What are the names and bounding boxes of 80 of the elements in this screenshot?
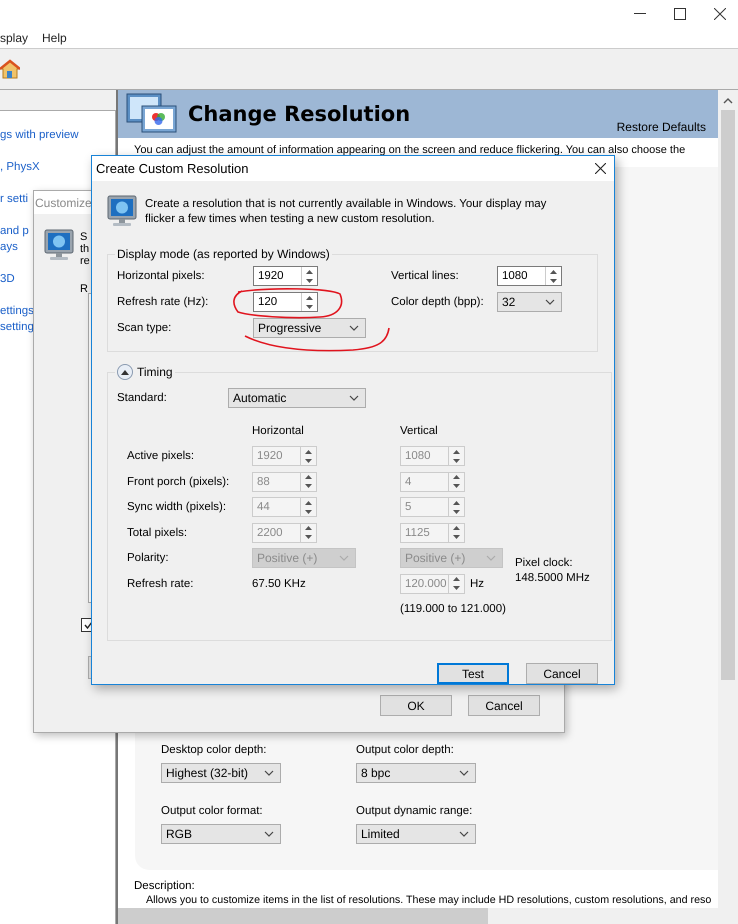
field-label: Refresh rate:	[127, 578, 194, 590]
down-arrow-icon[interactable]	[550, 278, 557, 282]
unit-label: Hz	[470, 578, 484, 590]
list-label: R	[80, 283, 88, 295]
dialog-button[interactable]: OK	[380, 695, 452, 716]
field-label: Total pixels:	[127, 526, 188, 539]
dropdown[interactable]: RGB	[161, 824, 281, 844]
caret-icon	[486, 555, 496, 562]
field-label: Horizontal pixels:	[117, 270, 206, 282]
dialog-button[interactable]: Test	[437, 663, 509, 684]
dialog-title: Create Custom Resolution	[96, 161, 248, 176]
setting-label: Output color format:	[161, 805, 264, 817]
down-arrow-icon[interactable]	[306, 304, 313, 308]
caret-icon	[545, 299, 555, 305]
checkmark-icon	[84, 621, 92, 629]
dropdown[interactable]: Progressive	[253, 318, 366, 338]
restore-defaults-link[interactable]: Restore Defaults	[616, 120, 706, 134]
dropdown[interactable]: 32	[497, 292, 562, 312]
caret-icon	[264, 831, 274, 837]
page-title: Change Resolution	[188, 102, 410, 126]
dialog-intro-text: Create a resolution that is not currently available in Windows. Your display may flicker a few times when testing a new custom resolution.	[145, 197, 548, 227]
cut-off-text: S	[80, 231, 88, 243]
setting-label: Output dynamic range:	[356, 805, 474, 817]
caret-icon	[349, 325, 359, 331]
description-text: Allows you to customize items in the list of resolutions. These may include HD resolutions, custom resolutions, and reso	[145, 894, 712, 906]
cut-off-text: re	[80, 255, 90, 267]
spin-field[interactable]: 1920	[253, 266, 318, 286]
caret-icon	[264, 770, 274, 776]
maximize-icon[interactable]	[674, 8, 686, 20]
scroll-up-icon[interactable]	[723, 98, 733, 104]
field-label: Active pixels:	[127, 450, 196, 462]
group-label: Timing	[137, 365, 173, 379]
group-label: Display mode (as reported by Windows)	[116, 247, 331, 261]
field-label: Front porch (pixels):	[127, 476, 230, 488]
up-arrow-icon[interactable]	[550, 270, 557, 274]
dialog-button[interactable]: Cancel	[468, 695, 540, 716]
close-icon[interactable]	[714, 8, 726, 20]
menu-item[interactable]: Help	[42, 31, 67, 45]
caret-icon	[339, 555, 349, 562]
dropdown[interactable]: 8 bpc	[356, 763, 476, 783]
field-label: Polarity:	[127, 552, 170, 564]
description-label: Description:	[134, 880, 196, 892]
menu-item[interactable]: splay	[0, 31, 28, 45]
sidebar-link[interactable]: gs with preview	[0, 127, 115, 143]
close-icon[interactable]	[595, 163, 606, 174]
cut-off-text: th	[80, 243, 90, 255]
column-header: Horizontal	[252, 424, 305, 437]
field-label: Refresh rate (Hz):	[117, 296, 210, 308]
horizontal-scrollbar[interactable]	[118, 908, 718, 924]
dialog-title: Customize	[35, 196, 92, 210]
up-arrow-icon[interactable]	[306, 270, 313, 274]
horizontal-refresh-value: 67.50 KHz	[252, 578, 307, 590]
down-arrow-icon[interactable]	[306, 278, 313, 282]
spin-field[interactable]: 120	[253, 292, 318, 312]
caret-icon	[459, 831, 469, 837]
field-label: Standard:	[117, 392, 168, 404]
monitor-icon	[107, 195, 137, 227]
minimize-icon[interactable]	[634, 13, 646, 15]
intro-text: You can adjust the amount of information appearing on the screen and reduce flickering. You can also choose the	[133, 143, 686, 157]
spin-field[interactable]: 1080	[497, 266, 562, 286]
range-text: (119.000 to 121.000)	[400, 603, 507, 616]
pixel-clock-label: Pixel clock:	[515, 556, 574, 571]
up-arrow-icon[interactable]	[306, 296, 313, 300]
caret-icon	[459, 770, 469, 776]
caret-icon	[349, 395, 359, 401]
arrow-icon	[121, 370, 129, 374]
dropdown[interactable]: Limited	[356, 824, 476, 844]
setting-label: Desktop color depth:	[161, 744, 268, 756]
dialog-button[interactable]: Cancel	[526, 663, 598, 684]
field-label: Vertical lines:	[391, 270, 460, 282]
dropdown[interactable]: Highest (32-bit)	[161, 763, 281, 783]
field-label: Scan type:	[117, 322, 172, 334]
vertical-scrollbar[interactable]	[718, 90, 738, 924]
setting-label: Output color depth:	[356, 744, 455, 756]
field-label: Color depth (bpp):	[391, 296, 485, 308]
home-icon[interactable]	[0, 59, 20, 79]
monitor-icon	[44, 229, 74, 261]
column-header: Vertical	[400, 424, 439, 437]
field-label: Sync width (pixels):	[127, 501, 228, 514]
pixel-clock-value: 148.5000 MHz	[515, 571, 591, 586]
